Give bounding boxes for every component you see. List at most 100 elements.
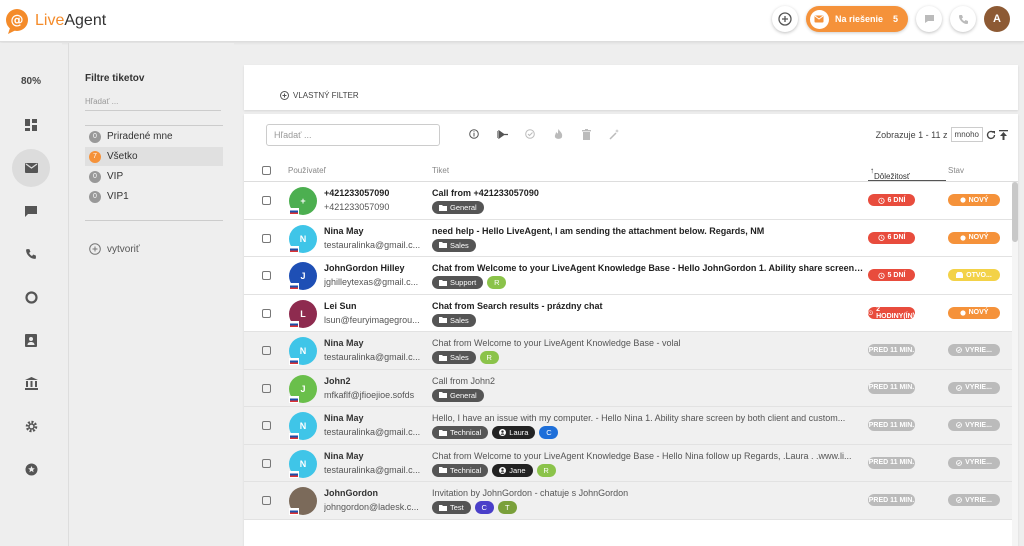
user-avatar[interactable]: A <box>984 6 1010 32</box>
contributor-chip[interactable]: R <box>487 276 507 289</box>
ticket-subject[interactable]: Chat from Welcome to your LiveAgent Know… <box>432 338 864 348</box>
ticket-subject[interactable]: Hello, I have an issue with my computer.… <box>432 413 864 423</box>
user-icon <box>499 429 507 436</box>
nav-reports[interactable] <box>12 278 50 316</box>
new-dot-icon <box>959 234 966 241</box>
scrollbar-thumb[interactable] <box>1012 182 1018 242</box>
table-row[interactable]: J John2 mfkaflf@jfioejioe.sofds Call from J… <box>244 369 1018 407</box>
tag-chip[interactable]: Sales <box>432 351 476 364</box>
page-size-select[interactable]: mnoho <box>950 127 983 142</box>
nav-tickets[interactable] <box>12 149 50 187</box>
contributor-chip[interactable]: R <box>479 351 499 364</box>
contact-name[interactable]: Nina May <box>324 226 364 236</box>
tag-chip[interactable]: Sales <box>432 238 476 252</box>
status-label: OTVO... <box>966 271 992 279</box>
agent-chip[interactable]: Jane <box>492 463 533 477</box>
row-checkbox[interactable] <box>262 308 271 318</box>
row-checkbox[interactable] <box>262 421 271 430</box>
add-button[interactable] <box>771 6 798 32</box>
agent-chip[interactable]: Laura <box>492 426 536 439</box>
delete-icon[interactable] <box>580 128 592 140</box>
table-row[interactable]: N Nina May testauralinka@gmail.c... Hello, … <box>244 407 1018 445</box>
contact-name[interactable]: JohnGordon <box>324 488 378 498</box>
select-all-checkbox[interactable] <box>262 166 271 175</box>
contributor-chip[interactable]: R <box>536 463 556 477</box>
table-row[interactable]: N Nina May testauralinka@gmail.c... Chat fr… <box>244 444 1018 482</box>
custom-filter-label: VLASTNÝ FILTER <box>293 91 359 100</box>
nav-dashboard[interactable] <box>12 106 50 144</box>
column-header-user[interactable]: Používateľ <box>288 166 326 175</box>
row-checkbox[interactable] <box>262 233 271 243</box>
contact-name[interactable]: John2 <box>324 376 351 386</box>
row-checkbox[interactable] <box>262 346 271 355</box>
ticket-subject[interactable]: need help - Hello LiveAgent, I am sendin… <box>432 226 864 236</box>
priority-fire-icon[interactable] <box>552 128 564 140</box>
column-header-priority[interactable]: ↑ Dôležitosť <box>870 166 910 181</box>
ticket-subject[interactable]: Chat from Welcome to your LiveAgent Know… <box>432 451 864 461</box>
tag-chip[interactable]: General <box>432 201 484 214</box>
table-row[interactable]: L Lei Sun lsun@feuryimagegrou... Chat from … <box>244 295 1018 332</box>
ticket-subject[interactable]: Call from John2 <box>432 376 864 386</box>
tag-chip[interactable]: Support <box>432 276 484 289</box>
nav-settings[interactable] <box>12 407 50 445</box>
phone-status-button[interactable] <box>950 6 976 32</box>
filter-item-vip[interactable]: 0 VIP <box>85 167 223 186</box>
flag-icon <box>289 283 299 290</box>
table-row[interactable]: + +421233057090 +421233057090 Call from +42… <box>244 182 1018 220</box>
status-to-solve-button[interactable]: Na riešenie 5 <box>805 6 908 32</box>
row-checkbox[interactable] <box>262 196 271 205</box>
ticket-subject[interactable]: Chat from Search results - prázdny chat <box>432 301 864 311</box>
filter-item-all[interactable]: 7 Všetko <box>85 147 223 166</box>
custom-filter-button[interactable]: VLASTNÝ FILTER <box>280 91 359 100</box>
nav-calls[interactable] <box>12 235 50 273</box>
row-checkbox[interactable] <box>262 496 271 505</box>
create-filter-button[interactable]: vytvoriť <box>89 243 140 255</box>
table-row[interactable]: N Nina May testauralinka@gmail.c... Chat fr… <box>244 332 1018 370</box>
row-checkbox[interactable] <box>262 458 271 468</box>
nav-plugins[interactable] <box>12 450 50 488</box>
filters-search-input[interactable]: Hľadať ... <box>85 97 221 111</box>
contact-name[interactable]: Nina May <box>324 413 364 423</box>
contact-name[interactable]: Nina May <box>324 451 364 461</box>
chat-status-button[interactable] <box>916 6 942 32</box>
nav-chats[interactable] <box>12 192 50 230</box>
table-row[interactable]: JohnGordon johngordon@ladesk.c... Invitati… <box>244 482 1018 520</box>
contact-name[interactable]: JohnGordon Hilley <box>324 263 405 273</box>
nav-contacts[interactable] <box>12 321 50 359</box>
tag-chip[interactable]: Sales <box>432 313 476 327</box>
contact-name[interactable]: +421233057090 <box>324 188 389 198</box>
contact-name[interactable]: Nina May <box>324 338 364 348</box>
ticket-search-input[interactable]: Hľadať ... <box>266 124 440 146</box>
table-row[interactable]: J JohnGordon Hilley jghilleytexas@gmail.c.… <box>244 257 1018 295</box>
filter-item-assigned-to-me[interactable]: 0 Priradené mne <box>85 127 223 146</box>
tag-chip[interactable]: General <box>432 388 484 402</box>
contributor-initial: R <box>486 353 492 362</box>
resolve-icon[interactable] <box>524 128 536 140</box>
column-header-status[interactable]: Stav <box>948 166 964 175</box>
refresh-icon[interactable] <box>986 130 996 140</box>
info-icon[interactable] <box>468 128 480 140</box>
tag-chip[interactable]: Technical <box>432 426 489 439</box>
nav-knowledgebase[interactable] <box>12 364 50 402</box>
contributor-chip[interactable]: T <box>497 501 517 514</box>
ticket-subject[interactable]: Chat from Welcome to your LiveAgent Know… <box>432 263 864 273</box>
spam-wand-icon[interactable] <box>608 128 620 140</box>
column-header-ticket[interactable]: Tiket <box>432 166 449 175</box>
tag-chip[interactable]: Test <box>432 501 471 514</box>
contact-name[interactable]: Lei Sun <box>324 301 357 311</box>
resolved-check-icon <box>956 422 962 428</box>
contributor-chip[interactable]: C <box>539 426 559 439</box>
row-checkbox[interactable] <box>262 271 271 280</box>
scroll-top-icon[interactable] <box>999 129 1008 140</box>
ticket-subject[interactable]: Invitation by JohnGordon - chatuje s Joh… <box>432 488 864 498</box>
table-row[interactable]: N Nina May testauralinka@gmail.c... need he… <box>244 220 1018 257</box>
forward-icon[interactable] <box>496 128 508 140</box>
contributor-chip[interactable]: C <box>474 501 494 514</box>
filter-item-vip1[interactable]: 0 VIP1 <box>85 187 223 206</box>
zoom-level[interactable]: 80% <box>0 76 62 87</box>
liveagent-logo[interactable]: @ LiveAgent <box>4 8 106 34</box>
folder-icon <box>439 504 447 511</box>
tag-chip[interactable]: Technical <box>432 463 489 477</box>
row-checkbox[interactable] <box>262 383 271 393</box>
ticket-subject[interactable]: Call from +421233057090 <box>432 188 864 198</box>
